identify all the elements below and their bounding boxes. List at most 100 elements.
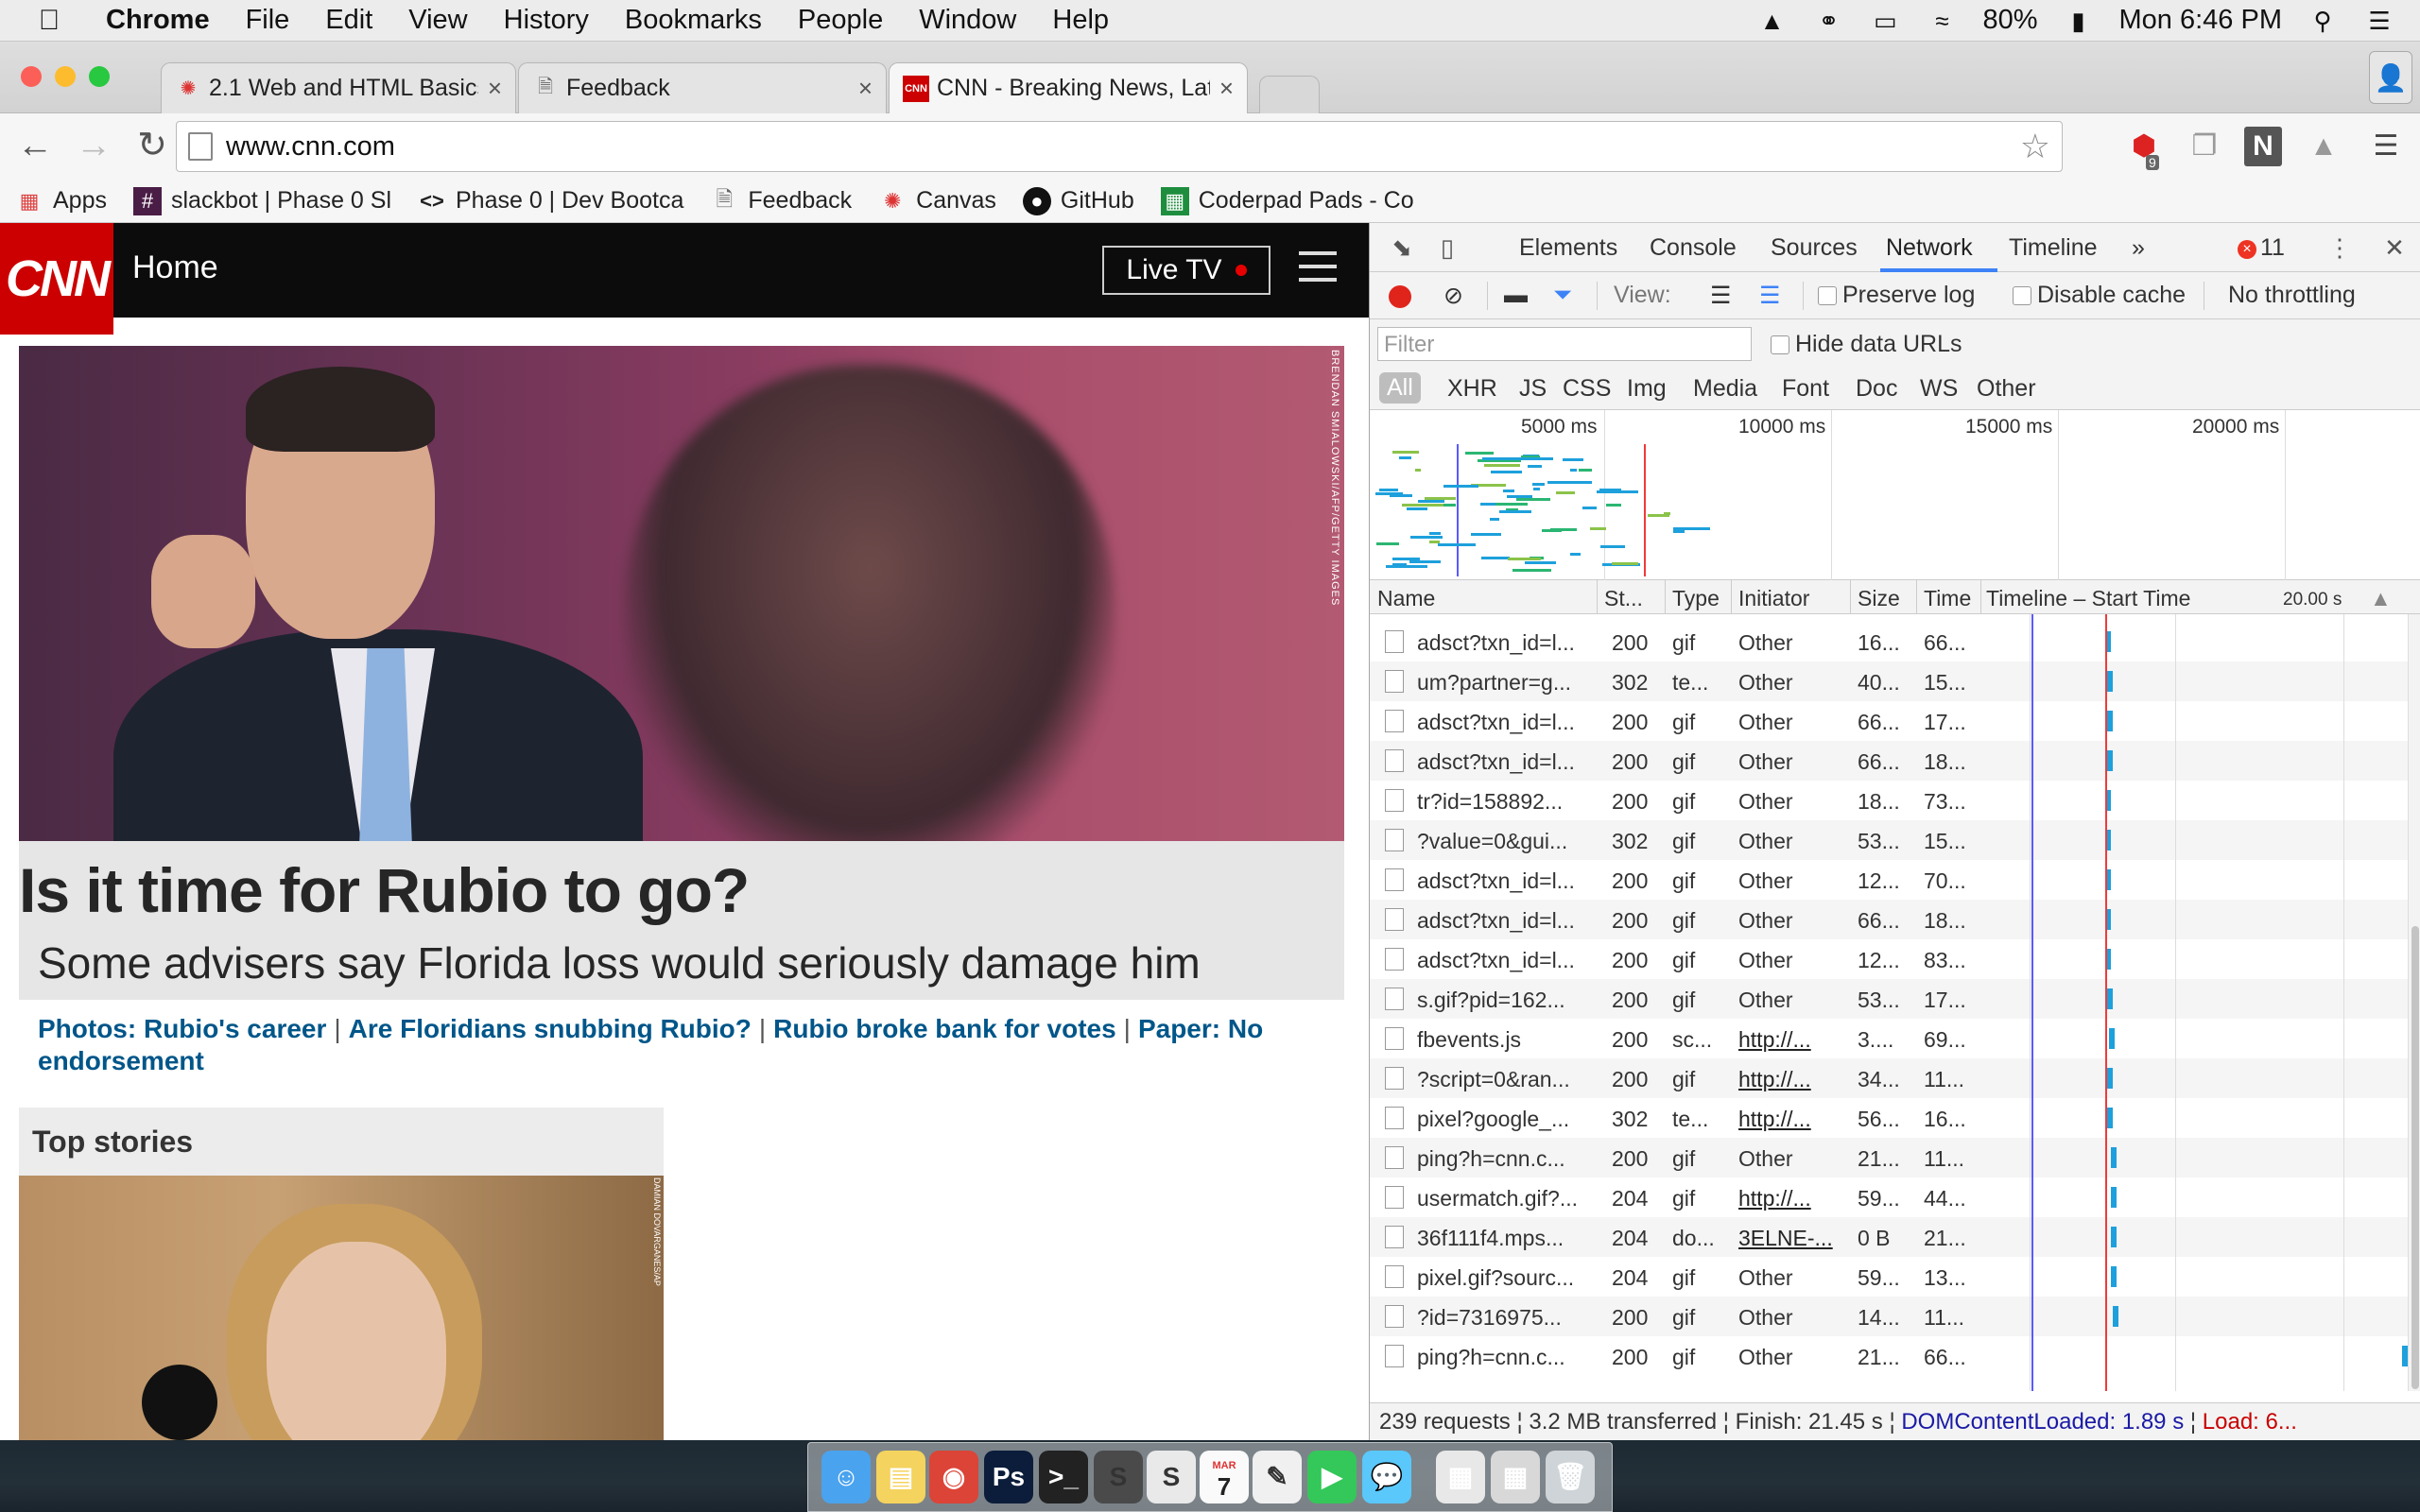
request-row[interactable]: adsct?txn_id=l... 200 gif Other 66... 18...	[1370, 741, 2410, 781]
request-row[interactable]: ping?h=cnn.c... 200 gif Other 21... 66...	[1370, 1336, 2410, 1376]
notification-center-icon[interactable]: ☰	[2363, 8, 2395, 34]
menu-app-chrome[interactable]: Chrome	[106, 5, 210, 36]
menu-window[interactable]: Window	[919, 5, 1016, 36]
story-image[interactable]: DAMIAN DOVARGANES/AP	[19, 1176, 664, 1440]
calendar-icon[interactable]: MAR 7	[1200, 1451, 1249, 1503]
request-initiator[interactable]: http://...	[1738, 1027, 1844, 1053]
disable-cache-checkbox[interactable]: Disable cache	[2013, 282, 2186, 309]
request-initiator[interactable]: http://...	[1738, 1067, 1844, 1092]
close-devtools-icon[interactable]: ✕	[2379, 232, 2410, 263]
wifi-icon[interactable]: ≈	[1926, 8, 1958, 34]
menu-history[interactable]: History	[504, 5, 589, 36]
bookmark-github[interactable]: ● GitHub	[1022, 186, 1134, 215]
profile-icon[interactable]: 👤	[2369, 51, 2412, 104]
sort-arrow-icon[interactable]: ▲	[2370, 586, 2392, 611]
home-link[interactable]: Home	[132, 249, 218, 286]
battery-icon[interactable]: ▮	[2063, 8, 2095, 34]
clear-icon[interactable]: ⊘	[1443, 282, 1463, 310]
column-type[interactable]: Type	[1672, 586, 1729, 611]
photos-icon[interactable]: ▦	[1491, 1451, 1540, 1503]
request-row[interactable]: adsct?txn_id=l... 200 gif Other 16... 66...	[1370, 622, 2410, 662]
column-size[interactable]: Size	[1858, 586, 1914, 611]
hide-data-urls-checkbox[interactable]: Hide data URLs	[1771, 331, 1962, 358]
extension-copy-icon[interactable]: ❐	[2186, 127, 2223, 166]
facetime-icon[interactable]: ▶	[1307, 1451, 1357, 1503]
request-list-scrollbar[interactable]	[2408, 614, 2420, 1391]
close-window-button[interactable]	[21, 66, 42, 87]
menu-help[interactable]: Help	[1052, 5, 1109, 36]
bookmark-canvas[interactable]: ✺ Canvas	[878, 187, 996, 215]
bookmark-phase0[interactable]: <> Phase 0 | Dev Bootca	[418, 187, 683, 215]
error-counter[interactable]: × 11	[2238, 234, 2285, 262]
request-initiator[interactable]: 3ELNE-...	[1738, 1226, 1844, 1251]
capture-screenshots-icon[interactable]: ▬	[1504, 282, 1528, 309]
column-timeline[interactable]: Timeline – Start Time	[1986, 586, 2232, 611]
request-row[interactable]: s.gif?pid=162... 200 gif Other 53... 17...	[1370, 979, 2410, 1019]
slack-icon[interactable]: S	[1147, 1451, 1196, 1503]
request-row[interactable]: adsct?txn_id=l... 200 gif Other 12... 83...	[1370, 939, 2410, 979]
related-link[interactable]: Are Floridians snubbing Rubio?	[349, 1014, 752, 1043]
minimize-window-button[interactable]	[55, 66, 76, 87]
tab-network[interactable]: Network	[1886, 234, 1973, 262]
tab-elements[interactable]: Elements	[1519, 234, 1617, 262]
type-filter-xhr[interactable]: XHR	[1447, 375, 1497, 403]
close-tab-icon[interactable]: ×	[1219, 74, 1234, 103]
related-link[interactable]: Photos: Rubio's career	[38, 1014, 326, 1043]
column-initiator[interactable]: Initiator	[1738, 586, 1842, 611]
related-link[interactable]: Rubio broke bank for votes	[773, 1014, 1116, 1043]
creative-cloud-icon[interactable]: ⚭	[1812, 8, 1844, 34]
terminal-icon[interactable]: >_	[1039, 1451, 1088, 1503]
type-filter-other[interactable]: Other	[1977, 375, 2036, 403]
apple-icon[interactable]: 	[21, 5, 78, 37]
more-tabs-icon[interactable]: »	[2132, 234, 2145, 262]
request-row[interactable]: um?partner=g... 302 te... Other 40... 15...	[1370, 662, 2410, 701]
hero-image[interactable]: BRENDAN SMIALOWSKI/AFP/GETTY IMAGES	[19, 346, 1344, 841]
hamburger-menu-icon[interactable]	[1299, 251, 1337, 285]
request-initiator[interactable]: http://...	[1738, 1107, 1844, 1132]
airplay-icon[interactable]: ▭	[1869, 8, 1901, 34]
type-filter-img[interactable]: Img	[1627, 375, 1667, 403]
tab-cnn[interactable]: CNN CNN - Breaking News, Latest ×	[889, 62, 1248, 113]
throttling-select[interactable]: No throttling	[2228, 282, 2356, 309]
request-row[interactable]: tr?id=158892... 200 gif Other 18... 73...	[1370, 781, 2410, 820]
google-drive-icon[interactable]: ▲	[1755, 8, 1788, 34]
request-row[interactable]: adsct?txn_id=l... 200 gif Other 12... 70...	[1370, 860, 2410, 900]
record-icon[interactable]	[1389, 285, 1411, 308]
drive-extension-icon[interactable]: ▲	[2305, 127, 2342, 166]
photoshop-icon[interactable]: Ps	[984, 1451, 1033, 1503]
request-row[interactable]: ?script=0&ran... 200 gif http://... 34... 11.…	[1370, 1058, 2410, 1098]
tab-web-html-basics[interactable]: ✺ 2.1 Web and HTML Basics ×	[161, 62, 516, 113]
sublime-icon[interactable]: S	[1094, 1451, 1143, 1503]
tab-timeline[interactable]: Timeline	[2009, 234, 2098, 262]
request-row[interactable]: pixel.gif?sourc... 204 gif Other 59... 13...	[1370, 1257, 2410, 1297]
scroll-thumb[interactable]	[2411, 926, 2419, 1389]
reload-icon[interactable]: ↻	[129, 123, 176, 170]
close-tab-icon[interactable]: ×	[858, 74, 873, 103]
zoom-window-button[interactable]	[89, 66, 110, 87]
request-row[interactable]: ping?h=cnn.c... 200 gif Other 21... 11...	[1370, 1138, 2410, 1177]
preview-icon[interactable]: ▦	[1436, 1451, 1485, 1503]
bookmark-feedback[interactable]: 🗎 Feedback	[710, 187, 853, 215]
cnn-logo[interactable]: CNN	[0, 223, 113, 335]
notion-icon[interactable]: N	[2244, 127, 2282, 166]
large-rows-icon[interactable]: ☰	[1710, 282, 1731, 310]
bookmark-slackbot[interactable]: # slackbot | Phase 0 Sl	[132, 186, 391, 215]
request-row[interactable]: adsct?txn_id=l... 200 gif Other 66... 17...	[1370, 701, 2410, 741]
type-filter-ws[interactable]: WS	[1920, 375, 1958, 403]
type-filter-media[interactable]: Media	[1693, 375, 1757, 403]
preserve-log-checkbox[interactable]: Preserve log	[1818, 282, 1975, 309]
request-row[interactable]: adsct?txn_id=l... 200 gif Other 66... 18...	[1370, 900, 2410, 939]
menu-edit[interactable]: Edit	[325, 5, 372, 36]
type-filter-css[interactable]: CSS	[1563, 375, 1611, 403]
filter-icon[interactable]: ⏷	[1553, 282, 1572, 309]
tab-feedback[interactable]: 🗎 Feedback ×	[518, 62, 887, 113]
trash-icon[interactable]: 🗑	[1546, 1451, 1595, 1503]
filter-input[interactable]: Filter	[1377, 327, 1752, 361]
type-filter-js[interactable]: JS	[1519, 375, 1547, 403]
request-initiator[interactable]: http://...	[1738, 1186, 1844, 1211]
request-row[interactable]: ?id=7316975... 200 gif Other 14... 11...	[1370, 1297, 2410, 1336]
chrome-icon[interactable]: ◉	[929, 1451, 978, 1503]
forward-arrow-icon[interactable]: →	[70, 123, 117, 170]
messages-icon[interactable]: 💬	[1362, 1451, 1411, 1503]
bookmark-apps[interactable]: ▦ Apps	[15, 187, 107, 215]
